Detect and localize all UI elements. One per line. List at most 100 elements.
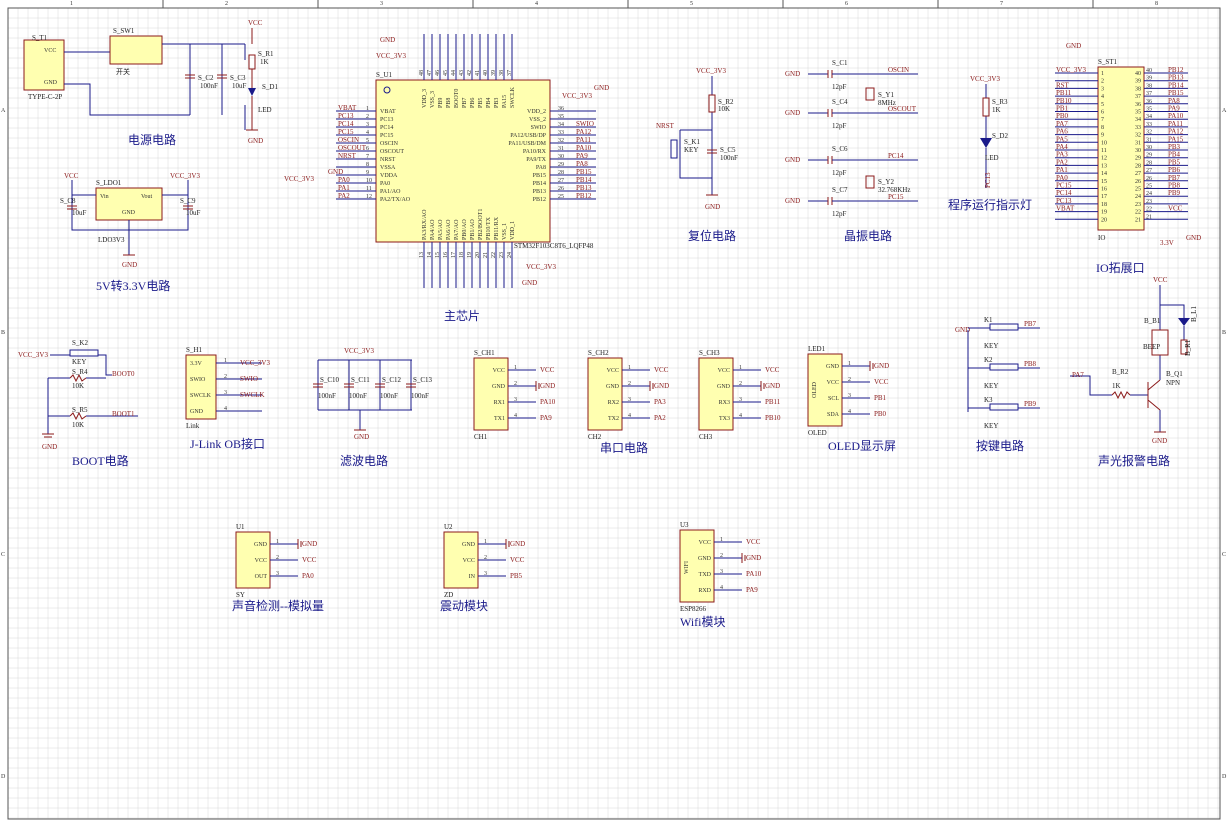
mcu-left-net: VCC_3V3 [284,175,314,183]
mcu-top-pin-num: 46 [435,70,441,76]
key-net: PB7 [1024,320,1037,328]
io-left-pin-num: 9 [1101,133,1104,139]
io-right-pin-num: 31 [1135,140,1141,146]
module-pin-num: 2 [720,553,723,559]
module-pin-num: 4 [514,413,517,419]
d1-ref: S_D1 [262,83,278,91]
c5-value: 100nF [720,154,738,162]
mcu-bottom-pin-name: PB11/RX [494,216,500,240]
io-left-pin-num: 20 [1101,217,1107,223]
t1-ref: S_T1 [32,34,48,42]
mcu-right-pin-name: PA9/TX [526,157,546,163]
sw1-ref: S_SW1 [113,27,135,35]
d1-value: LED [258,106,272,114]
led-vcc33: VCC_3V3 [970,75,1000,83]
mcu-left-pin-name: VSSA [380,165,396,171]
mcu-bottom-pin-num: 18 [459,252,465,258]
module-pin-num: 3 [484,571,487,577]
module-pin-num: 2 [739,381,742,387]
border-col-number: 8 [1155,1,1158,7]
io-right-pin-num: 35 [1135,110,1141,116]
jlink-pin-name: GND [190,409,204,415]
module-pin-num: 1 [276,539,279,545]
mcu-left-net: NRST [338,152,357,160]
module-pin-num: 4 [720,585,723,591]
mcu-right-pin-name: PA8 [536,165,546,171]
alarm-gnd: GND [1152,437,1167,445]
io-title: IO拓展口 [1096,261,1145,275]
oled-block: LED1 OLED OLED GND 1 GND VCC 2 VCC SCL 3 PB1 SDA 4 PB0 [807,345,889,437]
mcu-left-pin-num: 7 [366,154,369,160]
key-switch [989,403,1019,411]
module-name: CH1 [474,433,488,441]
module-pin-net: PB10 [765,414,781,422]
mcu-top-pin-num: 41 [475,70,481,76]
io-gnd-top: GND [1066,42,1081,50]
io-right-pin-num: 38 [1135,86,1141,92]
r5-ref: S_R5 [72,406,88,414]
r1-resistor [248,54,256,70]
jlink-net: SWIO [240,375,258,383]
vib-title: 震动模块 [440,599,488,613]
y2-value: 32.768KHz [878,186,910,194]
mcu-left-pin-num: 10 [366,178,372,184]
io-left-pin-num: 13 [1101,163,1107,169]
mcu-top-pin-num: 44 [451,70,457,76]
key-ref: K1 [984,316,993,324]
mcu-top-pin-name: PA15 [502,95,508,108]
t1-gnd-label: GND [44,80,58,86]
module-chip-label: OLED [812,381,818,398]
io-left-pin-num: 19 [1101,210,1107,216]
mcu-bottom-pin-name: PB2/BOOT1 [478,209,484,240]
border-row-letter-right: C [1222,552,1226,558]
crystal-cap-value: 12pF [832,83,847,91]
k1-reset-key [670,139,678,159]
mcu-right-pin-name: PB14 [533,181,546,187]
mcu-left-pin-name: PA0 [380,181,390,187]
module-pin-net: VCC [654,366,669,374]
key-value: KEY [984,342,998,350]
io-left-pin-num: 7 [1101,117,1104,123]
mcu-top-pin-name: PB7 [462,98,468,108]
mcu-right-pin-num: 33 [558,130,564,136]
module-ref: S_CH2 [588,349,609,357]
module-pin-name: VCC [607,368,619,374]
module-ref: LED1 [808,345,826,353]
k1-value: KEY [684,146,698,154]
module-pin-net: PB5 [510,572,523,580]
ldo-gnd-pin: GND [122,210,136,216]
module-pin-net: GND [302,540,317,548]
filter-cap-value: 100nF [411,392,429,400]
io-left-pin-num: 4 [1101,94,1104,100]
alarm-pa7: PA7 [1072,371,1084,379]
io-right-pin-num: 40 [1135,71,1141,77]
io-left-pin-num: 8 [1101,125,1104,131]
io-ref: S_ST1 [1098,58,1118,66]
io-gnd-bottom: GND [1186,234,1201,242]
mcu-left-pin-name: NRST [380,157,396,163]
power-switch [109,35,163,65]
module-pin-num: 4 [848,409,851,415]
mcu-right-pin-name: PB13 [533,189,546,195]
mcu-left-net: GND [328,168,343,176]
mcu-gnd-bottom: GND [522,279,537,287]
module-pin-name: GND [826,364,840,370]
io-part: IO [1098,234,1105,242]
mcu-top-pin-name: PB3 [494,98,500,108]
jlink-pin-name: SWCLK [190,393,212,399]
mcu-bottom-pin-num: 22 [491,252,497,258]
mcu-right-net: PB15 [576,168,592,176]
r1-ref: S_R1 [258,50,274,58]
io-right-pin-num: 24 [1135,194,1141,200]
module-name: OLED [808,429,827,437]
module-pin-net: VCC [510,556,525,564]
io-left-pin-num: 15 [1101,179,1107,185]
mcu-right-pin-name: PA11/USB/DM [508,141,546,147]
module-pin-net: PB0 [874,410,887,418]
mcu-top-pin-name: BOOT0 [454,89,460,108]
io-right-pin-num: 27 [1135,171,1141,177]
ldo-vin-pin: Vin [100,194,109,200]
module-pin-net: GND [746,554,761,562]
q1-ref: B_Q1 [1166,370,1183,378]
mcu-bottom-pin-name: PA3/RX/AO [422,209,428,240]
